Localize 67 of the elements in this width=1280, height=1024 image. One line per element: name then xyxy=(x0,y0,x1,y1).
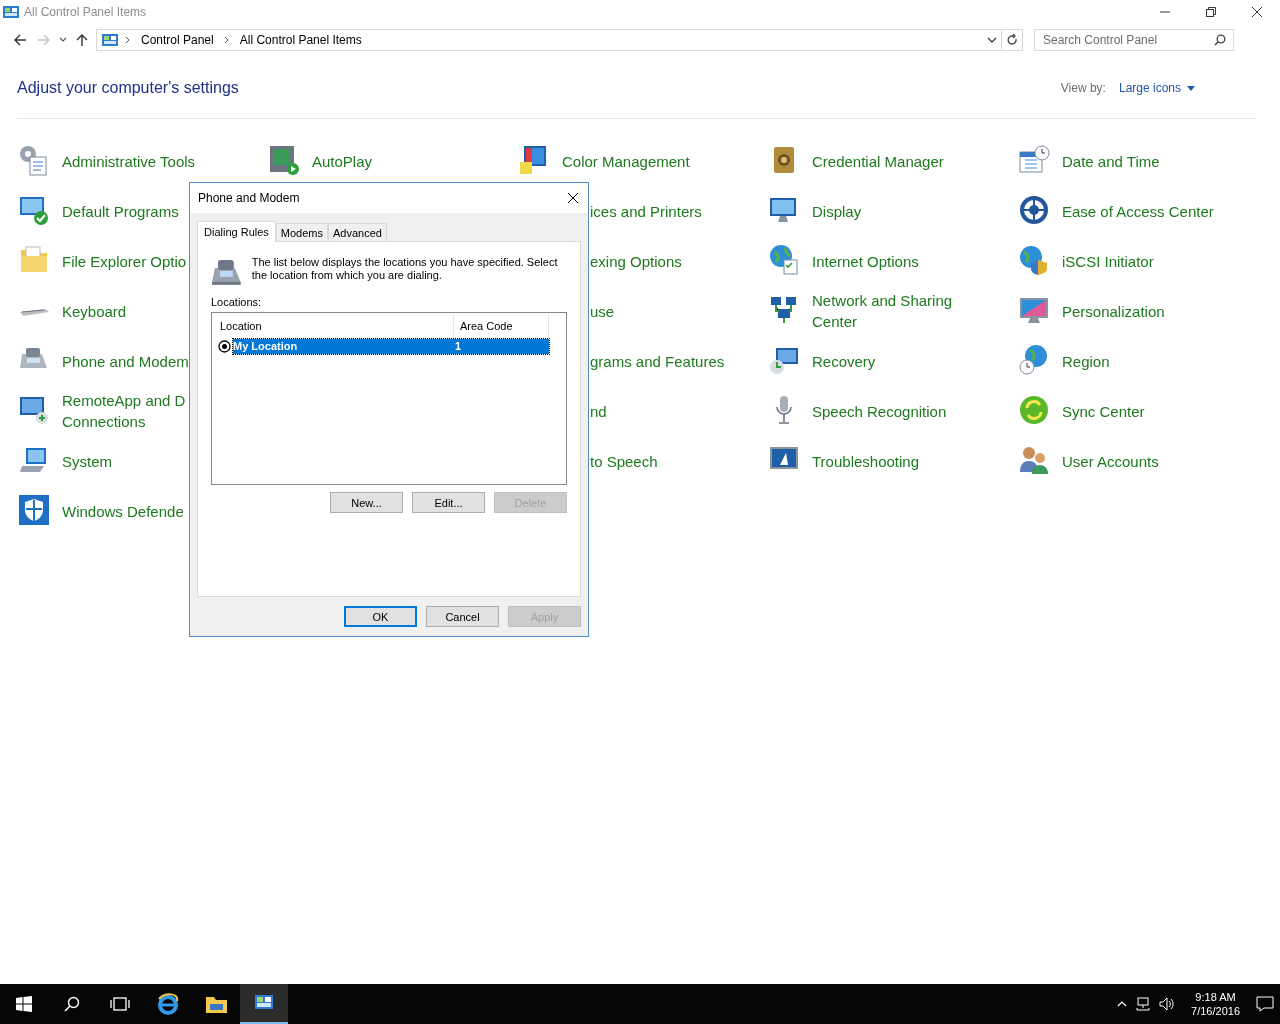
chevron-icon xyxy=(223,36,230,44)
page-heading: Adjust your computer's settings xyxy=(17,79,240,97)
view-by-label: View by: xyxy=(1060,81,1106,95)
clock-date[interactable]: 7/16/2016 xyxy=(1191,1004,1240,1018)
control-panel-link[interactable]: Speech Recognition xyxy=(812,400,947,422)
chevron-icon xyxy=(125,36,131,44)
close-icon[interactable] xyxy=(1251,6,1263,18)
media-play-icon[interactable] xyxy=(268,144,302,178)
control-panel-link[interactable]: Internet Options xyxy=(812,250,919,272)
breadcrumb[interactable]: Control Panel xyxy=(141,33,214,47)
control-panel-link[interactable]: Ease of Access Center xyxy=(1062,200,1214,222)
shield-icon[interactable] xyxy=(18,494,52,528)
control-panel-link[interactable]: Windows Defende xyxy=(62,500,184,522)
control-panel-link[interactable]: Display xyxy=(812,200,862,222)
control-panel-link[interactable]: User Accounts xyxy=(1062,450,1159,472)
dialog-title: Phone and Modem xyxy=(198,191,301,205)
control-panel-link[interactable]: RemoteApp and D Connections xyxy=(62,390,186,432)
tab[interactable]: Modems xyxy=(275,223,328,241)
restore-icon[interactable] xyxy=(1205,6,1217,18)
windows-start-icon[interactable] xyxy=(16,996,32,1012)
control-panel-link[interactable]: Recovery xyxy=(812,350,876,372)
breadcrumb[interactable]: All Control Panel Items xyxy=(239,33,362,47)
caret-icon xyxy=(1187,85,1195,91)
control-panel-link[interactable]: File Explorer Optio xyxy=(62,250,187,272)
control-panel-link[interactable]: AutoPlay xyxy=(312,150,373,172)
dialog-button[interactable]: Edit... xyxy=(412,492,485,513)
control-panel-link[interactable]: Personalization xyxy=(1062,300,1165,322)
description-text: The list below displays the locations you have specified. Select the location from which you are dialing. xyxy=(251,256,559,282)
notification-icon[interactable] xyxy=(1256,996,1274,1012)
control-panel-link[interactable]: Troubleshooting xyxy=(812,450,919,472)
control-panel-link[interactable]: System xyxy=(62,450,112,472)
control-panel-link[interactable]: Sync Center xyxy=(1062,400,1145,422)
list-row[interactable]: My Location 1 xyxy=(233,338,549,354)
search-icon[interactable] xyxy=(64,996,80,1012)
control-panel-link[interactable]: iSCSI Initiator xyxy=(1062,250,1154,272)
list-label: Locations: xyxy=(211,296,263,308)
dropdown-caret-icon[interactable] xyxy=(987,36,997,44)
control-panel-link[interactable]: Keyboard xyxy=(62,300,127,322)
refresh-icon[interactable] xyxy=(1006,34,1018,46)
close-icon[interactable] xyxy=(567,192,579,204)
control-panel-link[interactable]: Date and Time xyxy=(1062,150,1160,172)
dialog-button[interactable]: New... xyxy=(330,492,403,513)
control-panel-link[interactable]: Network and Sharing Center xyxy=(812,290,953,332)
control-panel-link[interactable]: Administrative Tools xyxy=(62,150,196,172)
up-arrow-icon[interactable] xyxy=(76,33,88,47)
tab[interactable]: Advanced xyxy=(328,223,387,241)
tab[interactable]: Dialing Rules xyxy=(197,221,276,242)
control-panel-link[interactable]: Color Management xyxy=(562,150,690,172)
search-field[interactable]: Search Control Panel xyxy=(1034,29,1234,51)
chevron-up-icon[interactable] xyxy=(1117,1001,1128,1007)
control-panel-link[interactable]: Region xyxy=(1062,350,1110,372)
control-panel-link[interactable]: Credential Manager xyxy=(812,150,944,172)
dialog-button[interactable]: OK xyxy=(344,606,417,627)
control-panel-icon xyxy=(2,4,20,20)
view-by-dropdown[interactable]: Large icons xyxy=(1118,81,1195,95)
control-panel-link[interactable]: Phone and Modem xyxy=(62,350,189,372)
control-panel-icon xyxy=(101,32,119,48)
network-icon[interactable] xyxy=(1135,997,1152,1011)
dropdown-caret-icon[interactable] xyxy=(59,37,67,43)
browser-icon[interactable] xyxy=(157,993,179,1015)
task-view-icon[interactable] xyxy=(110,997,130,1011)
control-panel-link[interactable]: Default Programs xyxy=(62,200,179,222)
back-arrow-icon[interactable] xyxy=(13,34,27,46)
clock-time[interactable]: 9:18 AM xyxy=(1195,990,1236,1004)
window-title: All Control Panel Items xyxy=(24,5,148,19)
dialog-button[interactable]: Cancel xyxy=(426,606,499,627)
volume-icon[interactable] xyxy=(1159,997,1176,1011)
